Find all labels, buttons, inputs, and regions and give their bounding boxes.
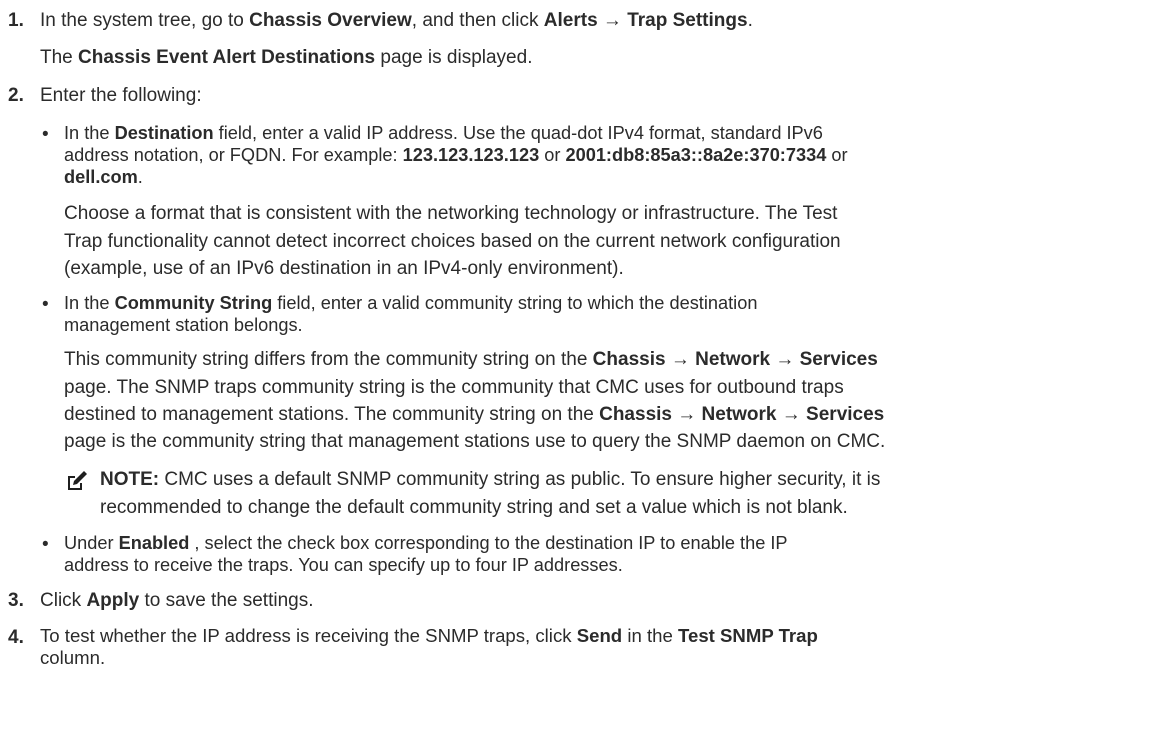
bullet-b-line-1: In the Community String field, enter a v…: [64, 292, 757, 314]
step-4-line-2: column.: [40, 647, 106, 668]
text: .: [137, 167, 143, 187]
bullet-c-line-2: address to receive the traps. You can sp…: [64, 555, 623, 575]
bold-term: Community String: [114, 293, 273, 313]
text: To test whether the IP address is receiv…: [40, 625, 577, 646]
text: In the: [64, 293, 115, 313]
bullet: •: [42, 124, 49, 145]
step-number: 3.: [8, 590, 24, 611]
step-number: 4.: [8, 627, 24, 648]
text: field, enter a valid community string to…: [272, 293, 758, 313]
bold-term: Enabled: [118, 533, 190, 553]
note-label: NOTE:: [100, 469, 160, 490]
bold-term: Alerts → Trap Settings: [543, 10, 748, 31]
text: In the: [64, 123, 115, 143]
text: or: [539, 145, 566, 165]
bullet-b-para-line: page. The SNMP traps community string is…: [64, 377, 844, 398]
bullet-a-para-line: Choose a format that is consistent with …: [64, 203, 838, 224]
bullet-b-para-line: destined to management stations. The com…: [64, 402, 884, 428]
bold-term: Apply: [86, 590, 140, 611]
note-line-2: recommended to change the default commun…: [100, 497, 848, 518]
text: in the: [622, 625, 678, 646]
note-line-1: NOTE: CMC uses a default SNMP community …: [100, 467, 880, 493]
bold-term: Send: [576, 625, 623, 646]
text: , and then click: [411, 10, 544, 31]
bullet-b-line-2: management station belongs.: [64, 315, 303, 335]
pencil-note-icon: [68, 471, 87, 490]
step-1-line-2: The Chassis Event Alert Destinations pag…: [40, 45, 532, 71]
text: destined to management stations. The com…: [64, 404, 600, 425]
bold-term: Chassis Event Alert Destinations: [78, 47, 376, 68]
text: to save the settings.: [139, 590, 314, 611]
bold-term: 2001:db8:85a3::8a2e:370:7334: [565, 145, 827, 165]
bullet: •: [42, 534, 49, 555]
text: The: [40, 47, 79, 68]
text: page is displayed.: [375, 47, 533, 68]
text: Under: [64, 533, 119, 553]
bullet-b-para-line: page is the community string that manage…: [64, 431, 886, 452]
bold-term: Chassis → Network → Services: [592, 349, 878, 370]
bold-term: Destination: [114, 123, 214, 143]
text: In the system tree, go to: [40, 10, 250, 31]
bold-term: Chassis → Network → Services: [599, 404, 885, 425]
bullet-b-para-line: This community string differs from the c…: [64, 347, 878, 373]
bullet: •: [42, 294, 49, 315]
text: or: [826, 145, 848, 165]
bullet-a-para-line: (example, use of an IPv6 destination in …: [64, 258, 624, 279]
step-1-line-1: In the system tree, go to Chassis Overvi…: [40, 8, 753, 34]
step-3-line-1: Click Apply to save the settings.: [40, 588, 314, 614]
step-4-line-1: To test whether the IP address is receiv…: [40, 625, 818, 647]
bullet-a-line-3: dell.com.: [64, 166, 143, 188]
bullet-a-para-line: Trap functionality cannot detect incorre…: [64, 231, 841, 252]
text: address notation, or FQDN. For example:: [64, 145, 403, 165]
bullet-c-line-1: Under Enabled , select the check box cor…: [64, 532, 788, 554]
bold-term: 123.123.123.123: [402, 145, 540, 165]
text: Click: [40, 590, 87, 611]
text: .: [747, 10, 753, 31]
text: CMC uses a default SNMP community string…: [159, 469, 881, 490]
step-2-text: Enter the following:: [40, 85, 202, 106]
step-number: 2.: [8, 85, 24, 106]
bold-term: dell.com: [64, 167, 138, 187]
bullet-a-line-1: In the Destination field, enter a valid …: [64, 122, 823, 144]
bold-term: Test SNMP Trap: [678, 625, 818, 646]
text: , select the check box corresponding to …: [189, 533, 788, 553]
bullet-a-line-2: address notation, or FQDN. For example: …: [64, 144, 848, 166]
step-number: 1.: [8, 10, 24, 31]
text: This community string differs from the c…: [64, 349, 593, 370]
bold-term: Chassis Overview: [249, 10, 412, 31]
text: field, enter a valid IP address. Use the…: [213, 123, 823, 143]
